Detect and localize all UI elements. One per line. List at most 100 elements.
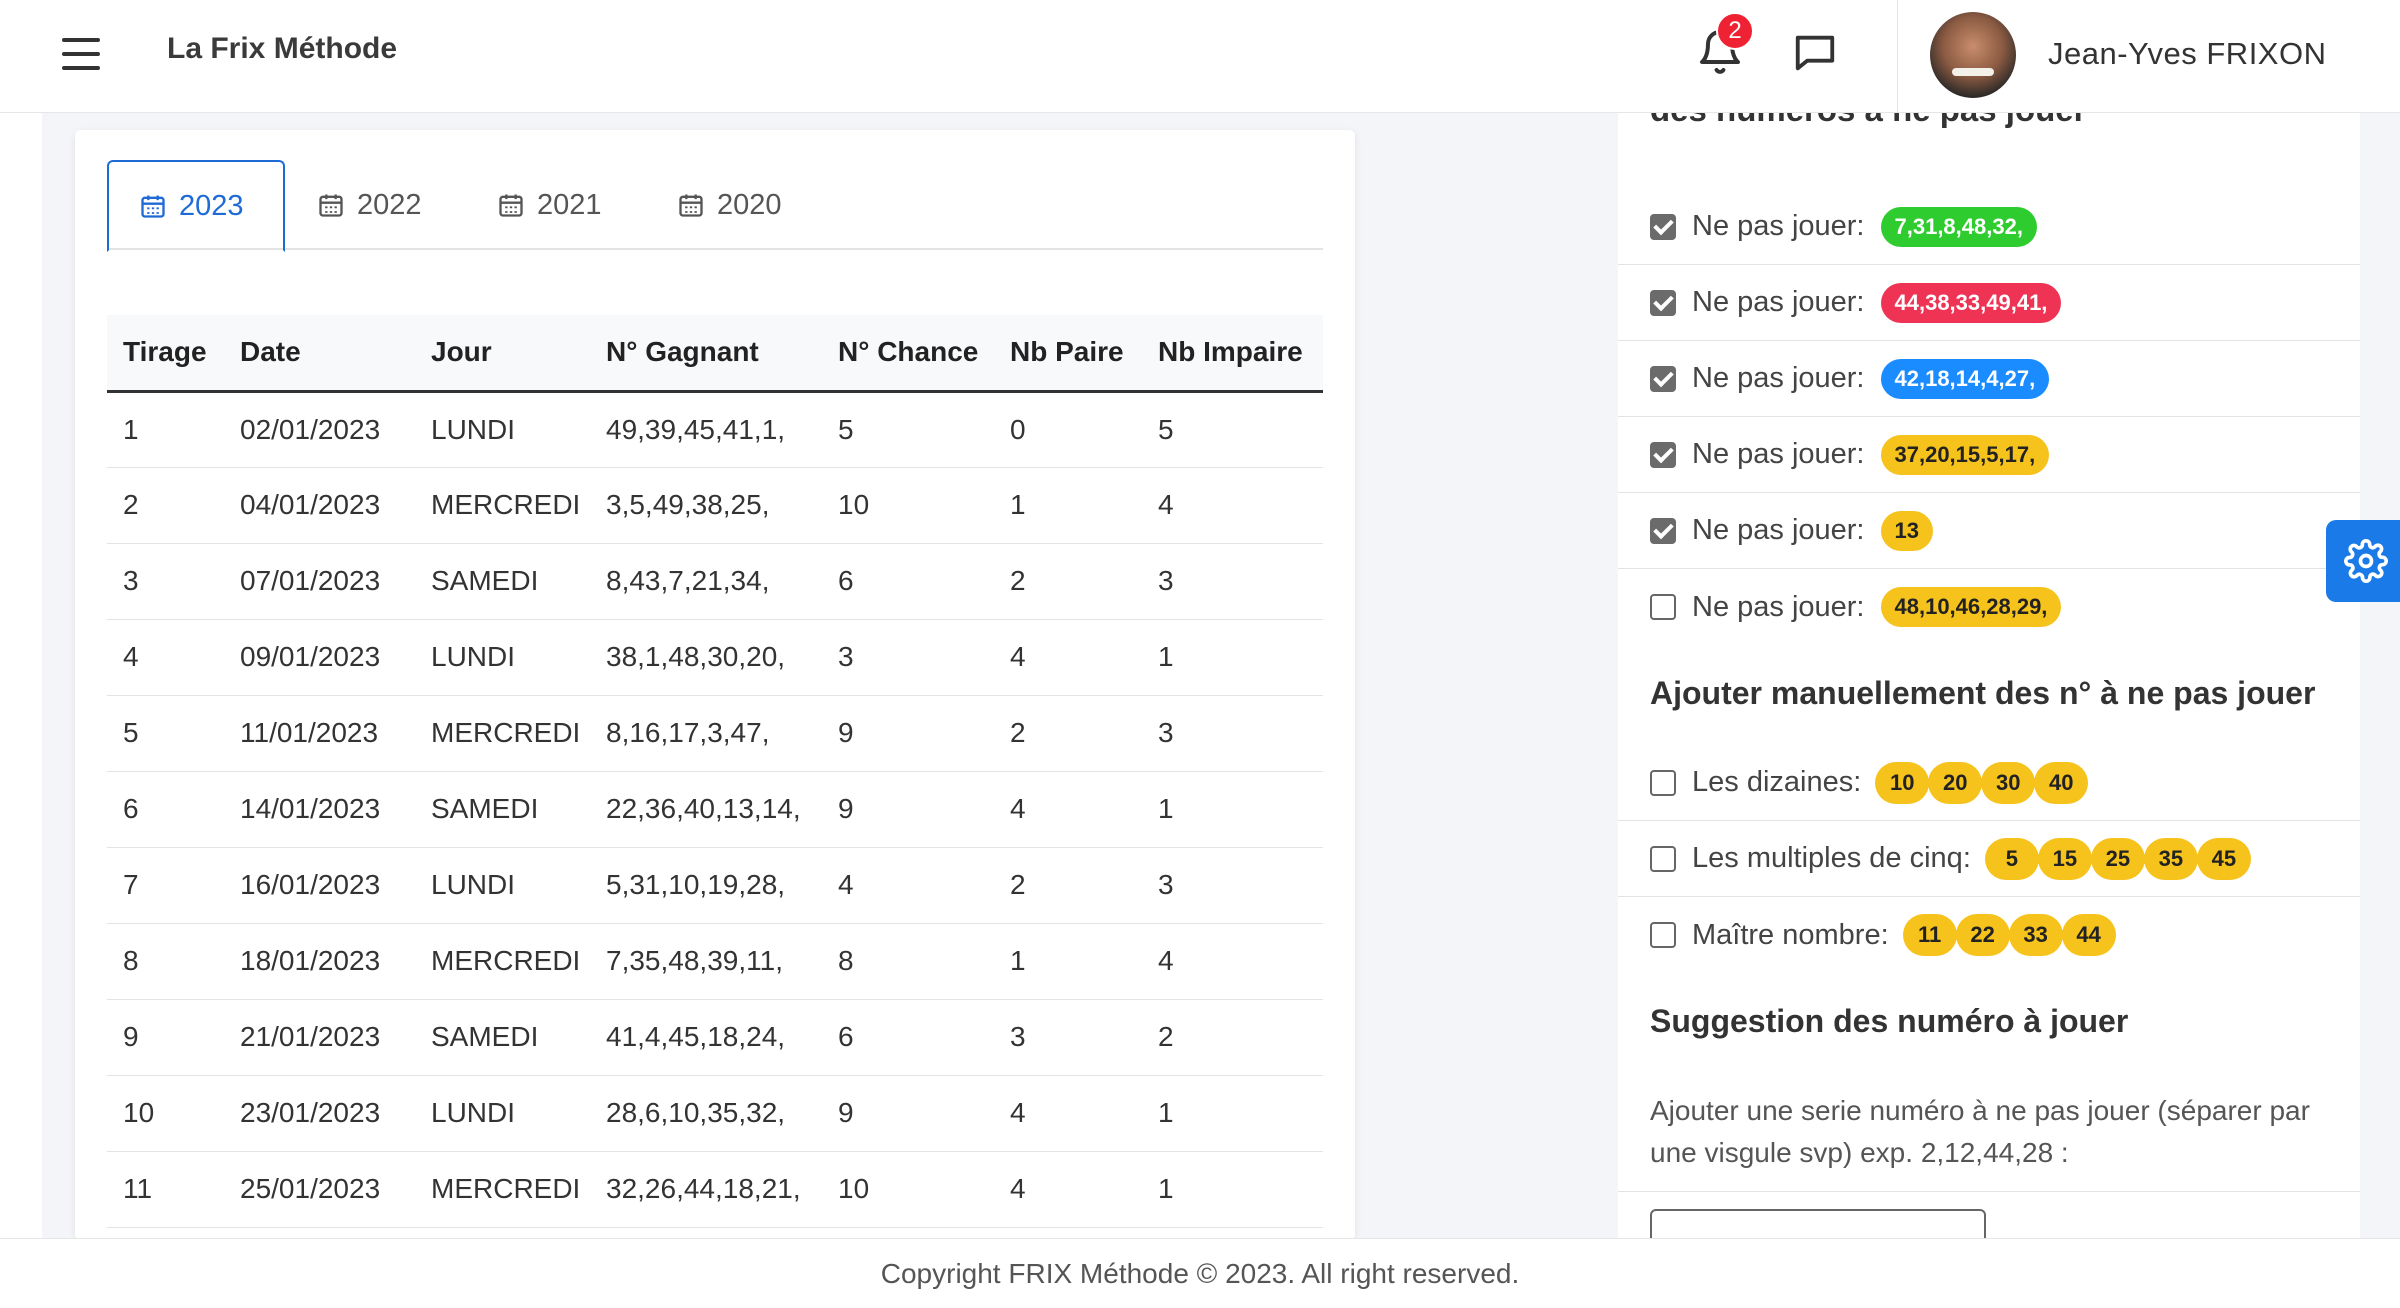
table-cell: SAMEDI	[415, 543, 590, 620]
table-cell: 2	[994, 847, 1142, 924]
checkbox[interactable]	[1650, 594, 1676, 620]
tab-2020[interactable]: 2020	[647, 160, 825, 250]
table-cell: 4	[994, 619, 1142, 696]
numbers-pill: 44,38,33,49,41,	[1880, 282, 2062, 323]
table-cell: 8,16,17,3,47,	[590, 695, 822, 772]
table-cell: 9	[822, 771, 994, 848]
number-balls: 11 22 33 44	[1902, 914, 2116, 956]
table-cell: 1	[994, 923, 1142, 1000]
table-cell: 38,1,48,30,20,	[590, 619, 822, 696]
exclude-item[interactable]: Ne pas jouer: 7,31,8,48,32,	[1618, 189, 2360, 265]
top-header: La Frix Méthode 2 Jean-Yves FRIXON	[0, 0, 2400, 113]
table-cell: 1	[107, 391, 224, 468]
table-cell: 49,39,45,41,1,	[590, 391, 822, 468]
tab-label: 2021	[537, 188, 602, 221]
user-name[interactable]: Jean-Yves FRIXON	[2048, 36, 2326, 72]
manual-item-multiples[interactable]: Les multiples de cinq: 5 15 25 35 45	[1618, 821, 2360, 897]
settings-button[interactable]	[2326, 520, 2400, 602]
calendar-icon	[679, 194, 703, 217]
table-cell: 21/01/2023	[224, 999, 415, 1076]
number-balls: 5 15 25 35 45	[1984, 837, 2251, 880]
tab-label: 2020	[717, 188, 782, 221]
column-header[interactable]: Jour	[415, 315, 590, 393]
column-header[interactable]: N° Chance	[822, 315, 994, 393]
checkbox[interactable]	[1650, 517, 1676, 544]
checkbox[interactable]	[1650, 769, 1676, 796]
checkbox[interactable]	[1650, 365, 1676, 392]
table-cell: 25/01/2023	[224, 1151, 415, 1228]
table-cell: 4	[107, 619, 224, 696]
table-cell: 11	[107, 1151, 224, 1228]
brand-title[interactable]: La Frix Méthode	[167, 32, 397, 66]
exclude-item[interactable]: Ne pas jouer: 37,20,15,5,17,	[1618, 417, 2360, 493]
number-ball: 22	[1955, 914, 2010, 956]
notification-badge: 2	[1716, 12, 1754, 50]
table-cell: 3,5,49,38,25,	[590, 467, 822, 544]
series-input[interactable]	[1650, 1209, 1986, 1238]
column-header[interactable]: Date	[224, 315, 415, 393]
table-cell: 28,6,10,35,32,	[590, 1075, 822, 1152]
menu-icon[interactable]	[58, 34, 104, 74]
chat-icon[interactable]	[1792, 30, 1838, 76]
exclude-item[interactable]: Ne pas jouer: 13	[1618, 493, 2360, 569]
table-cell: 5,31,10,19,28,	[590, 847, 822, 924]
table-cell: 1	[994, 467, 1142, 544]
table-cell: 1	[1142, 1075, 1323, 1152]
suggest-description: Ajouter une serie numéro à ne pas jouer …	[1650, 1095, 2310, 1168]
exclude-item[interactable]: Ne pas jouer: 44,38,33,49,41,	[1618, 265, 2360, 341]
table-cell: 1	[1142, 619, 1323, 696]
table-cell: 4	[994, 1151, 1142, 1228]
table-cell: 9	[822, 1075, 994, 1152]
table-cell: SAMEDI	[415, 999, 590, 1076]
table-cell: 3	[107, 543, 224, 620]
table-cell: 5	[1142, 391, 1323, 468]
column-header[interactable]: N° Gagnant	[590, 315, 822, 393]
tab-label: 2022	[357, 188, 422, 221]
exclude-label: Ne pas jouer:	[1692, 362, 1865, 394]
draws-card: 2023 2022 2021 2020 Tirage Date Jour N° …	[75, 130, 1355, 1240]
table-row: 11 25/01/2023 MERCREDI 32,26,44,18,21, 10 4 1	[107, 1151, 1323, 1228]
checkbox[interactable]	[1650, 441, 1676, 468]
table-row: 5 11/01/2023 MERCREDI 8,16,17,3,47, 9 2 3	[107, 695, 1323, 772]
checkbox[interactable]	[1650, 213, 1676, 240]
table-cell: 16/01/2023	[224, 847, 415, 924]
table-cell: 3	[994, 999, 1142, 1076]
exclude-item[interactable]: Ne pas jouer: 48,10,46,28,29,	[1618, 569, 2360, 645]
checkbox[interactable]	[1650, 845, 1676, 872]
column-header[interactable]: Nb Impaire	[1142, 315, 1323, 393]
user-avatar[interactable]	[1930, 12, 2016, 98]
numbers-pill: 37,20,15,5,17,	[1880, 434, 2050, 475]
table-cell: 10	[822, 467, 994, 544]
table-cell: MERCREDI	[415, 695, 590, 772]
tab-2022[interactable]: 2022	[287, 160, 465, 250]
manual-section-title: Ajouter manuellement des n° à ne pas jou…	[1650, 675, 2316, 711]
manual-item-maitre[interactable]: Maître nombre: 11 22 33 44	[1618, 897, 2360, 973]
table-cell: 4	[1142, 467, 1323, 544]
number-ball: 25	[2090, 837, 2145, 880]
table-cell: 18/01/2023	[224, 923, 415, 1000]
table-row: 2 04/01/2023 MERCREDI 3,5,49,38,25, 10 1 4	[107, 467, 1323, 544]
table-cell: 3	[1142, 543, 1323, 620]
exclude-item[interactable]: Ne pas jouer: 42,18,14,4,27,	[1618, 341, 2360, 417]
header-divider	[1897, 0, 1898, 113]
checkbox[interactable]	[1650, 922, 1676, 948]
tab-2021[interactable]: 2021	[467, 160, 645, 250]
exclude-label: Ne pas jouer:	[1692, 438, 1865, 470]
number-ball: 20	[1928, 761, 1983, 804]
copyright-text: Copyright FRIX Méthode © 2023. All right…	[880, 1258, 1520, 1289]
table-cell: 5	[107, 695, 224, 772]
checkbox[interactable]	[1650, 289, 1676, 316]
table-cell: 3	[1142, 695, 1323, 772]
table-cell: 07/01/2023	[224, 543, 415, 620]
manual-item-dizaines[interactable]: Les dizaines: 10 20 30 40	[1618, 745, 2360, 821]
table-row: 10 23/01/2023 LUNDI 28,6,10,35,32, 9 4 1	[107, 1075, 1323, 1152]
table-cell: 3	[1142, 847, 1323, 924]
manual-label: Les dizaines:	[1692, 766, 1862, 798]
column-header[interactable]: Nb Paire	[994, 315, 1142, 393]
table-cell: 4	[994, 1075, 1142, 1152]
column-header[interactable]: Tirage	[107, 315, 224, 393]
tab-2023[interactable]: 2023	[107, 160, 285, 252]
table-cell: 2	[994, 695, 1142, 772]
table-cell: 6	[822, 999, 994, 1076]
number-balls: 10 20 30 40	[1875, 761, 2089, 804]
